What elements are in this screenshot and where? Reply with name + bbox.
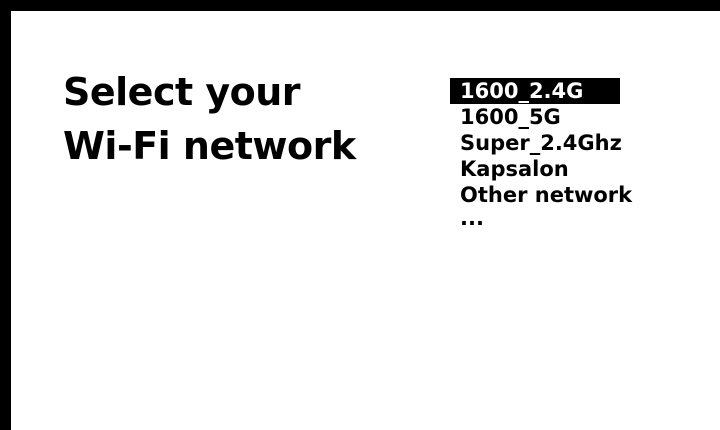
network-item-kapsalon[interactable]: Kapsalon: [450, 156, 642, 182]
wifi-network-list: 1600_2.4G 1600_5G Super_2.4Ghz Kapsalon …: [450, 78, 642, 234]
network-item-other-network[interactable]: Other network: [450, 182, 642, 208]
page-title: Select your Wi-Fi network: [63, 65, 356, 173]
page-title-line-1: Select your: [63, 70, 301, 114]
network-item-super-2-4ghz[interactable]: Super_2.4Ghz: [450, 130, 642, 156]
network-item-1600-5g[interactable]: 1600_5G: [450, 104, 642, 130]
page-title-line-2: Wi-Fi network: [63, 124, 356, 168]
network-item-1600-2-4g[interactable]: 1600_2.4G: [450, 78, 620, 104]
wifi-setup-screen: Select your Wi-Fi network 1600_2.4G 1600…: [11, 11, 720, 430]
more-networks-indicator: ...: [460, 206, 484, 230]
